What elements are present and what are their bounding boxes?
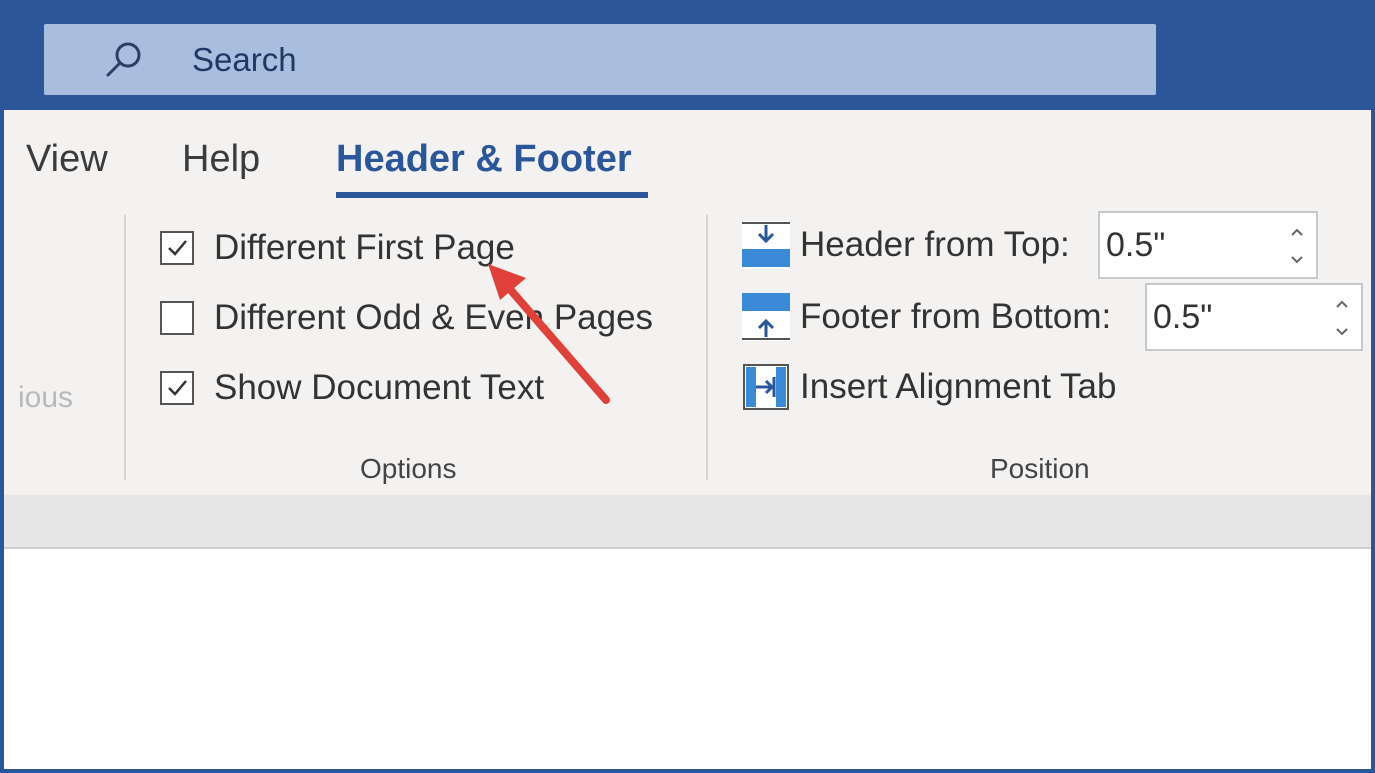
word-window: Search View Help Header & Footer ious Di… xyxy=(0,0,1375,773)
checkbox-unchecked[interactable] xyxy=(160,301,194,335)
footer-from-bottom-spinner[interactable]: 0.5" xyxy=(1145,283,1363,351)
spin-up-button[interactable] xyxy=(1282,219,1312,247)
footer-from-bottom-row: Footer from Bottom: xyxy=(740,290,1111,344)
footer-from-bottom-label: Footer from Bottom: xyxy=(800,297,1112,336)
tab-header-footer[interactable]: Header & Footer xyxy=(336,136,632,182)
header-from-top-row: Header from Top: xyxy=(740,218,1070,272)
options-group-label: Options xyxy=(360,453,457,484)
search-icon xyxy=(106,42,141,77)
document-canvas[interactable] xyxy=(4,549,1371,769)
option-label: Different First Page xyxy=(214,228,515,267)
spin-down-button[interactable] xyxy=(1327,319,1357,347)
previous-button-partial[interactable]: ious xyxy=(18,380,73,416)
header-from-top-value[interactable]: 0.5" xyxy=(1106,225,1165,265)
tab-help[interactable]: Help xyxy=(182,136,260,182)
spin-up-button[interactable] xyxy=(1327,291,1357,319)
group-separator xyxy=(124,215,126,480)
tab-view[interactable]: View xyxy=(26,136,108,182)
checkbox-checked[interactable] xyxy=(160,231,194,265)
search-label: Search xyxy=(192,41,297,78)
header-from-top-spinner[interactable]: 0.5" xyxy=(1098,211,1318,279)
chevron-down-icon xyxy=(1336,328,1348,336)
chevron-up-icon xyxy=(1291,228,1303,236)
annotation-arrow-icon xyxy=(488,264,610,404)
chevron-up-icon xyxy=(1336,300,1348,308)
check-icon xyxy=(168,380,187,396)
spin-down-button[interactable] xyxy=(1282,247,1312,275)
check-icon xyxy=(168,240,187,256)
footer-from-bottom-icon xyxy=(742,293,790,341)
footer-from-bottom-value[interactable]: 0.5" xyxy=(1153,297,1212,337)
group-separator xyxy=(706,215,708,480)
different-first-page-checkbox[interactable]: Different First Page xyxy=(160,228,515,268)
insert-alignment-tab-icon xyxy=(743,364,789,410)
insert-alignment-tab-label: Insert Alignment Tab xyxy=(800,367,1117,406)
insert-alignment-tab-button[interactable]: Insert Alignment Tab xyxy=(740,360,1117,414)
active-tab-indicator xyxy=(336,192,648,198)
header-from-top-label: Header from Top: xyxy=(800,225,1070,264)
chevron-down-icon xyxy=(1291,256,1303,264)
header-from-top-icon xyxy=(742,221,790,269)
position-group-label: Position xyxy=(990,453,1090,484)
ruler-area xyxy=(4,495,1371,549)
checkbox-checked[interactable] xyxy=(160,371,194,405)
